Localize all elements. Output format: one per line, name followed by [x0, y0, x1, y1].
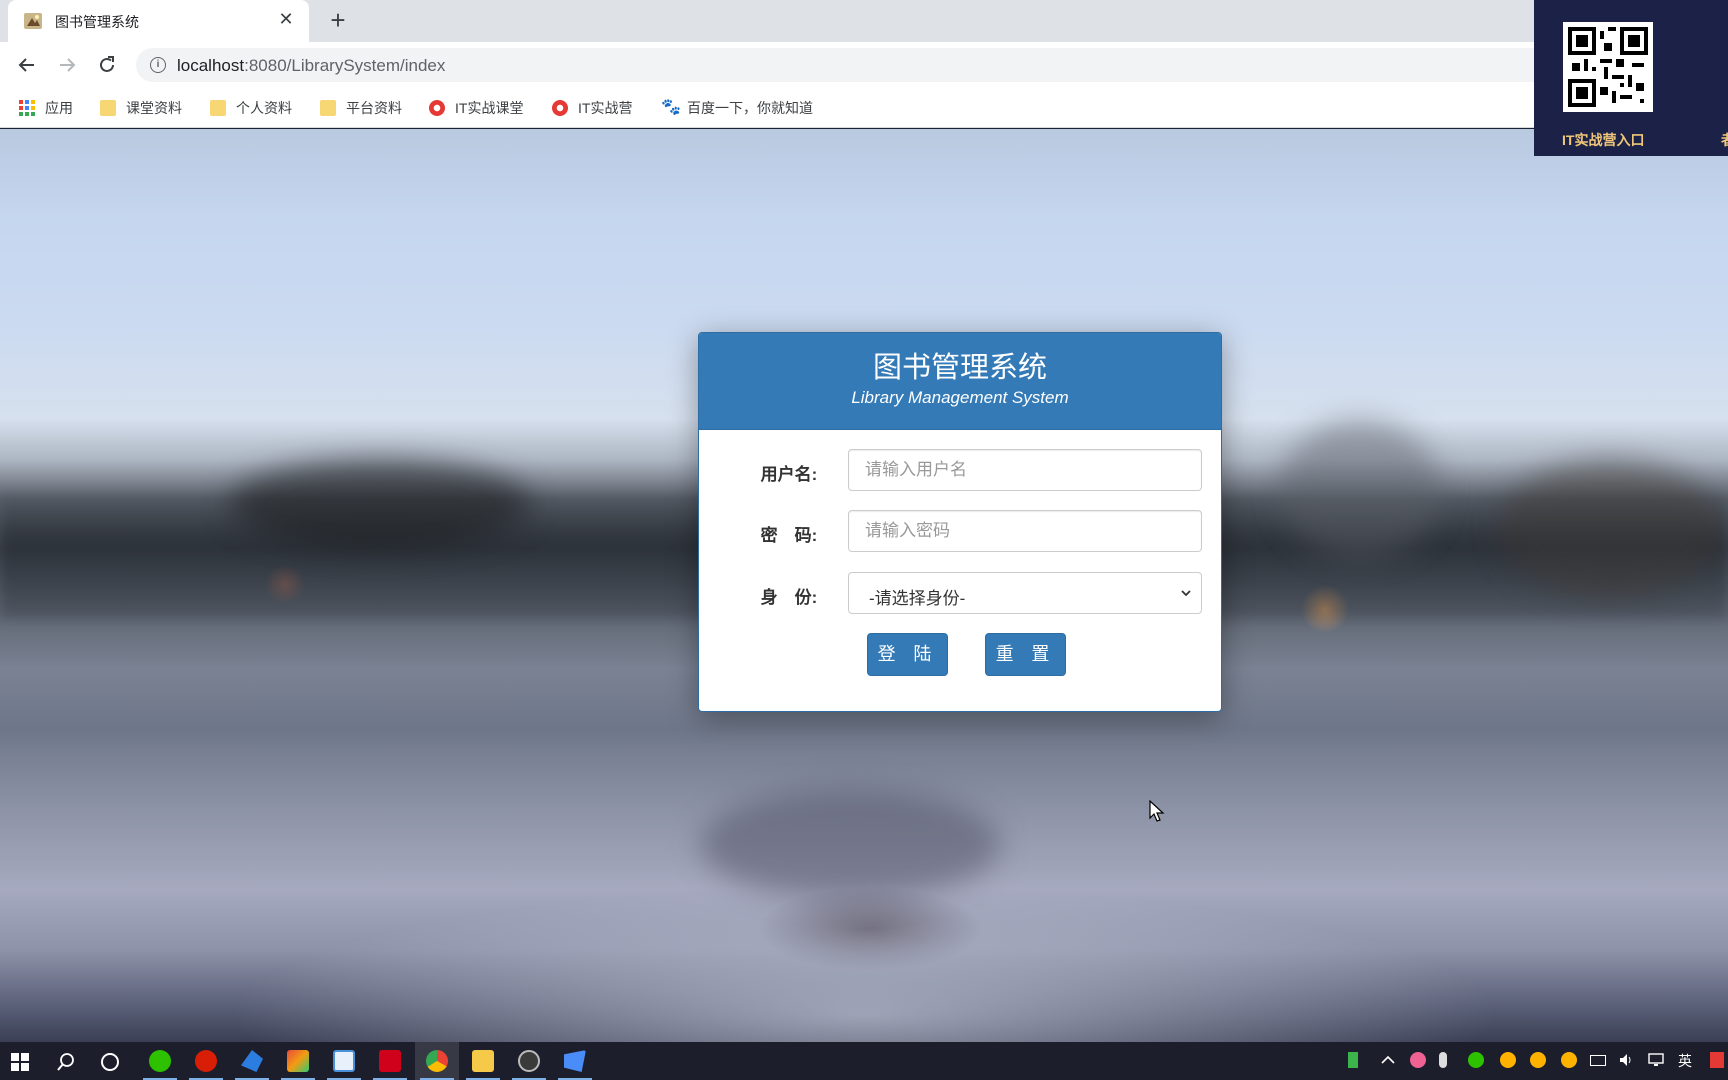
bookmark-label: 个人资料: [236, 100, 292, 116]
tab-title: 图书管理系统: [55, 14, 139, 30]
qr-code-image: [1563, 22, 1653, 112]
flower-app-icon[interactable]: [1410, 1052, 1426, 1068]
qr-code-overlay: IT实战营入口 者: [1534, 0, 1728, 156]
bookmarks-bar: 应用 课堂资料 个人资料 平台资料 IT实战课堂 IT实战营 🐾 百度一下，你就…: [0, 88, 1728, 128]
url-text: localhost:8080/LibrarySystem/index: [177, 56, 445, 76]
bookmark-folder-platform[interactable]: 平台资料: [320, 97, 402, 119]
network-icon[interactable]: [1648, 1052, 1664, 1068]
bookmark-apps[interactable]: 应用: [19, 97, 73, 119]
chevron-up-icon[interactable]: [1380, 1052, 1396, 1068]
address-bar[interactable]: i localhost:8080/LibrarySystem/index: [136, 48, 1696, 82]
browser-tab-strip: 图书管理系统 ✕ +: [0, 0, 1728, 42]
network-app-icon[interactable]: [333, 1050, 355, 1072]
url-path: :8080/LibrarySystem/index: [244, 56, 446, 75]
folder-icon: [210, 100, 226, 116]
reset-button[interactable]: 重 置: [985, 633, 1066, 676]
settings-gear-icon[interactable]: [518, 1050, 540, 1072]
microphone-icon[interactable]: [1439, 1052, 1447, 1068]
ime-language-label[interactable]: 英: [1678, 1051, 1692, 1071]
chevron-down-icon: [1181, 590, 1191, 597]
qq-icon[interactable]: [1561, 1052, 1577, 1068]
baidu-paw-icon: 🐾: [661, 99, 681, 116]
login-button[interactable]: 登 陆: [867, 633, 948, 676]
paper-plane-app-icon[interactable]: [564, 1050, 586, 1072]
volume-icon[interactable]: [1618, 1052, 1634, 1068]
bookmark-label: 应用: [45, 100, 73, 116]
username-input[interactable]: [848, 449, 1202, 491]
bookmark-it-camp[interactable]: IT实战营: [552, 97, 632, 119]
cortana-icon[interactable]: [100, 1052, 120, 1072]
battery-app-icon[interactable]: [1348, 1052, 1358, 1068]
username-row: 用户名:: [699, 449, 1221, 491]
login-title: 图书管理系统: [872, 350, 1047, 384]
bookmark-folder-personal[interactable]: 个人资料: [210, 97, 292, 119]
reload-icon[interactable]: [92, 50, 122, 80]
folder-icon: [100, 100, 116, 116]
bookmark-label: IT实战课堂: [455, 100, 524, 116]
qr-entry-label: IT实战营入口: [1562, 132, 1645, 148]
new-tab-icon[interactable]: +: [324, 6, 352, 34]
bookmark-label: 课堂资料: [126, 100, 182, 116]
role-label: 身 份:: [760, 588, 818, 607]
windows-taskbar: 英: [0, 1042, 1728, 1080]
login-subtitle: Library Management System: [851, 388, 1069, 407]
qr-label-cutoff: 者: [1721, 130, 1728, 150]
colorful-app-icon[interactable]: [287, 1050, 309, 1072]
browser-toolbar: i localhost:8080/LibrarySystem/index: [0, 42, 1728, 88]
bookmark-it-classroom[interactable]: IT实战课堂: [429, 97, 523, 119]
chrome-icon[interactable]: [426, 1050, 448, 1072]
back-arrow-icon[interactable]: [12, 50, 42, 80]
role-row: 身 份: -请选择身份-: [699, 572, 1221, 614]
bookmark-label: 平台资料: [346, 100, 402, 116]
netease-music-icon[interactable]: [195, 1050, 217, 1072]
ime-app-icon[interactable]: [1710, 1052, 1724, 1068]
bookmark-label: 百度一下，你就知道: [687, 100, 813, 116]
frost-leaf-blur: [700, 789, 1000, 899]
username-label: 用户名:: [760, 465, 818, 484]
browser-tab[interactable]: 图书管理系统 ✕: [8, 0, 309, 42]
file-explorer-icon[interactable]: [472, 1050, 494, 1072]
chrome-icon: [552, 100, 568, 116]
mouse-cursor-icon: [1149, 800, 1165, 822]
qq-icon[interactable]: [1500, 1052, 1516, 1068]
url-host: localhost: [177, 56, 245, 75]
background-tree-blur: [1280, 419, 1440, 559]
bird-app-icon[interactable]: [241, 1050, 263, 1072]
forward-arrow-icon[interactable]: [52, 50, 82, 80]
login-panel-heading: 图书管理系统 Library Management System: [699, 333, 1221, 430]
bookmark-baidu[interactable]: 🐾 百度一下，你就知道: [661, 97, 813, 119]
wechat-tray-icon[interactable]: [1468, 1052, 1484, 1068]
password-row: 密 码:: [699, 510, 1221, 552]
search-icon[interactable]: [56, 1052, 76, 1072]
site-info-icon[interactable]: i: [150, 57, 166, 73]
password-input[interactable]: [848, 510, 1202, 552]
wps-icon[interactable]: [379, 1050, 401, 1072]
bookmark-folder-classroom[interactable]: 课堂资料: [100, 97, 182, 119]
role-select-value: -请选择身份-: [869, 589, 966, 608]
background-tree-blur: [230, 459, 530, 549]
wechat-icon[interactable]: [149, 1050, 171, 1072]
login-panel: 图书管理系统 Library Management System 用户名: 密 …: [698, 332, 1222, 712]
folder-icon: [320, 100, 336, 116]
bookmark-label: IT实战营: [578, 100, 633, 116]
site-favicon-icon: [24, 12, 42, 30]
role-select[interactable]: -请选择身份-: [848, 572, 1202, 614]
password-label: 密 码:: [760, 526, 818, 545]
chrome-icon: [429, 100, 445, 116]
windows-start-icon[interactable]: [11, 1053, 29, 1071]
battery-icon[interactable]: [1590, 1055, 1606, 1066]
tab-close-icon[interactable]: ✕: [275, 9, 297, 30]
apps-grid-icon: [19, 100, 35, 116]
background-tree-blur: [1500, 459, 1720, 599]
qq-icon[interactable]: [1530, 1052, 1546, 1068]
